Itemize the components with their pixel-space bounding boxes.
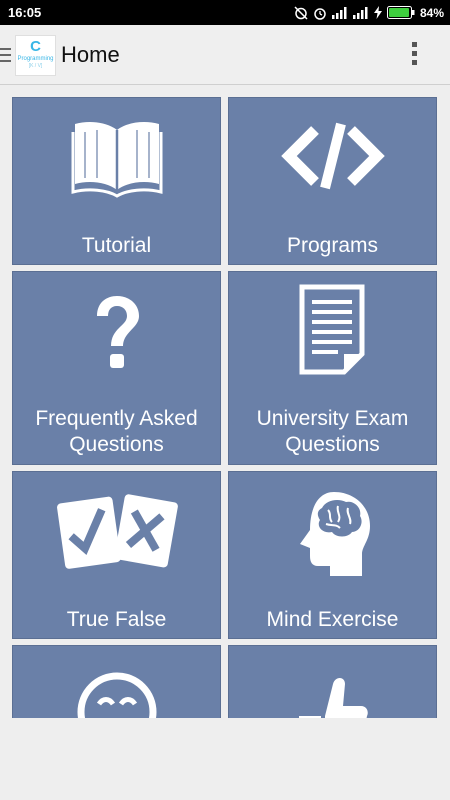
status-icons: 84% xyxy=(294,4,444,21)
tile-mind-exercise[interactable]: Mind Exercise xyxy=(228,471,437,639)
tile-university-exam-label: University Exam Questions xyxy=(229,406,436,458)
question-icon xyxy=(97,296,139,368)
tile-university-exam[interactable]: University Exam Questions xyxy=(228,271,437,465)
more-options-icon[interactable] xyxy=(410,42,418,68)
tile-university-exam-label-line2: Questions xyxy=(285,433,380,456)
logo-letter: C xyxy=(30,38,41,55)
menu-icon[interactable] xyxy=(0,48,12,64)
logo-line2: [K / V] xyxy=(28,63,43,69)
battery-percent: 84% xyxy=(419,5,444,20)
status-time: 16:05 xyxy=(8,5,42,20)
tile-thumbs-up[interactable] xyxy=(228,645,437,718)
app-logo: C Programming [K / V] xyxy=(15,35,56,76)
smiley-icon xyxy=(77,672,157,718)
book-icon xyxy=(71,122,163,198)
tile-university-exam-label-line1: University Exam xyxy=(256,407,409,430)
charging-icon xyxy=(373,6,382,19)
tile-programs-label: Programs xyxy=(286,234,379,257)
signal-icon xyxy=(331,6,347,19)
tile-mind-exercise-label: Mind Exercise xyxy=(266,608,399,631)
battery-icon xyxy=(386,6,415,19)
alarm-icon xyxy=(314,7,326,20)
tile-tutorial-label: Tutorial xyxy=(81,234,152,257)
true-false-icon xyxy=(57,494,178,569)
page-title: Home xyxy=(61,42,120,67)
app-bar: C Programming [K / V] Home xyxy=(0,25,450,85)
tile-faq-label-line1: Frequently Asked xyxy=(35,407,198,430)
thumbs-up-icon xyxy=(299,678,368,718)
document-icon xyxy=(299,284,365,375)
menu-grid: Tutorial Programs Frequently Asked Quest… xyxy=(0,85,450,718)
status-bar: 16:05 84% xyxy=(0,0,450,25)
tile-true-false[interactable]: True False xyxy=(12,471,221,639)
tile-smiley[interactable] xyxy=(12,645,221,718)
signal-icon-2 xyxy=(352,6,368,19)
tile-faq-label: Frequently Asked Questions xyxy=(13,406,220,458)
brain-head-icon xyxy=(300,492,370,576)
tile-tutorial[interactable]: Tutorial xyxy=(12,97,221,265)
tile-true-false-label: True False xyxy=(66,608,167,631)
tile-faq-label-line2: Questions xyxy=(69,433,164,456)
code-icon xyxy=(281,122,385,190)
tile-faq[interactable]: Frequently Asked Questions xyxy=(12,271,221,465)
alarm-off-icon xyxy=(294,5,308,20)
tile-programs[interactable]: Programs xyxy=(228,97,437,265)
logo-line1: Programming xyxy=(17,56,54,62)
bottom-area xyxy=(0,718,450,800)
